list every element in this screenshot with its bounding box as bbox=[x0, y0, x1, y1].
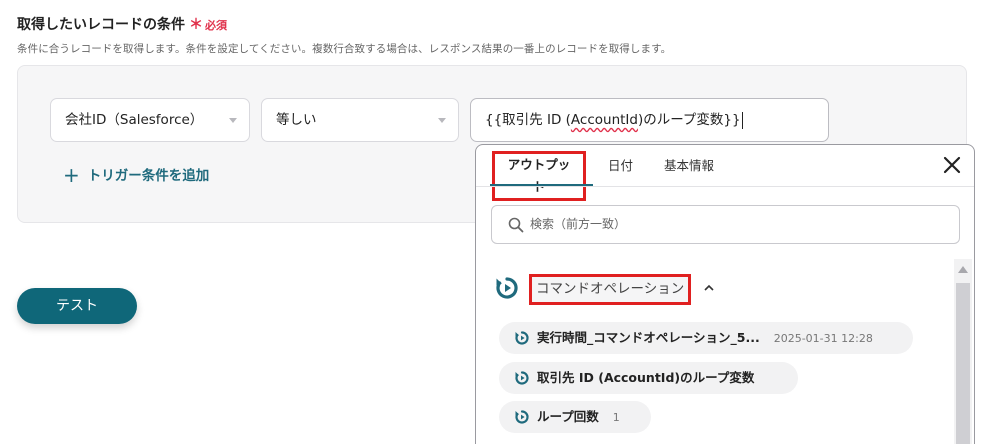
tab-output-label: アウトプット bbox=[492, 151, 586, 201]
close-icon[interactable] bbox=[942, 155, 962, 175]
output-picker-popup: アウトプット 日付 基本情報 検索（前方一致） コマンドオペレーション 実行時間… bbox=[475, 144, 975, 444]
tab-output[interactable]: アウトプット bbox=[492, 151, 586, 201]
output-item[interactable]: 取引先 ID (AccountId)のループ変数 bbox=[499, 362, 798, 394]
value-input[interactable]: {{取引先 ID (AccountId)のループ変数}} bbox=[470, 98, 829, 142]
chevron-down-icon bbox=[229, 118, 237, 123]
scroll-up-arrow-icon[interactable] bbox=[958, 266, 968, 273]
field-select[interactable]: 会社ID（Salesforce） bbox=[50, 98, 250, 142]
operator-select-value: 等しい bbox=[276, 112, 317, 128]
loop-refresh-icon bbox=[496, 277, 518, 299]
output-item[interactable]: ループ回数 1 bbox=[499, 401, 651, 433]
tab-date[interactable]: 日付 bbox=[608, 151, 633, 181]
value-spellcheck-word: AccountId bbox=[570, 112, 638, 128]
test-button[interactable]: テスト bbox=[17, 288, 137, 324]
chevron-down-icon bbox=[438, 118, 446, 123]
tab-basic-info[interactable]: 基本情報 bbox=[664, 151, 714, 181]
chevron-up-icon[interactable] bbox=[703, 283, 715, 293]
search-icon bbox=[508, 217, 524, 233]
loop-refresh-icon bbox=[515, 371, 529, 385]
plus-icon: + bbox=[63, 163, 80, 187]
output-item-value: 2025-01-31 12:28 bbox=[773, 332, 873, 345]
add-trigger-label: トリガー条件を追加 bbox=[87, 168, 210, 184]
output-item-label: ループ回数 bbox=[537, 409, 599, 424]
output-item-value: 1 bbox=[612, 411, 620, 424]
section-description: 条件に合うレコードを取得します。条件を設定してください。複数行合致する場合は、レ… bbox=[17, 43, 672, 55]
required-text: 必須 bbox=[205, 19, 227, 32]
output-item-label: 実行時間_コマンドオペレーション_5... bbox=[537, 330, 760, 345]
search-input[interactable]: 検索（前方一致） bbox=[491, 205, 960, 244]
text-cursor bbox=[741, 111, 743, 129]
scrollbar[interactable] bbox=[954, 259, 972, 444]
loop-refresh-icon bbox=[515, 410, 529, 424]
search-placeholder: 検索（前方一致） bbox=[530, 217, 627, 231]
value-suffix: )のループ変数}} bbox=[637, 112, 741, 128]
section-title: 取得したいレコードの条件＊必須 bbox=[17, 14, 227, 34]
tabs-divider bbox=[476, 186, 974, 187]
value-prefix: {{取引先 ID ( bbox=[485, 112, 571, 128]
loop-refresh-icon bbox=[515, 331, 529, 345]
group-command-operation[interactable]: コマンドオペレーション bbox=[529, 274, 692, 305]
operator-select[interactable]: 等しい bbox=[261, 98, 459, 142]
output-item[interactable]: 実行時間_コマンドオペレーション_5... 2025-01-31 12:28 bbox=[499, 322, 913, 354]
output-item-label: 取引先 ID (AccountId)のループ変数 bbox=[537, 370, 755, 385]
required-mark: ＊ bbox=[189, 17, 203, 33]
scroll-thumb[interactable] bbox=[956, 283, 970, 444]
add-trigger-condition-button[interactable]: + トリガー条件を追加 bbox=[63, 163, 209, 187]
section-title-text: 取得したいレコードの条件 bbox=[17, 17, 185, 33]
field-select-value: 会社ID（Salesforce） bbox=[65, 112, 204, 128]
